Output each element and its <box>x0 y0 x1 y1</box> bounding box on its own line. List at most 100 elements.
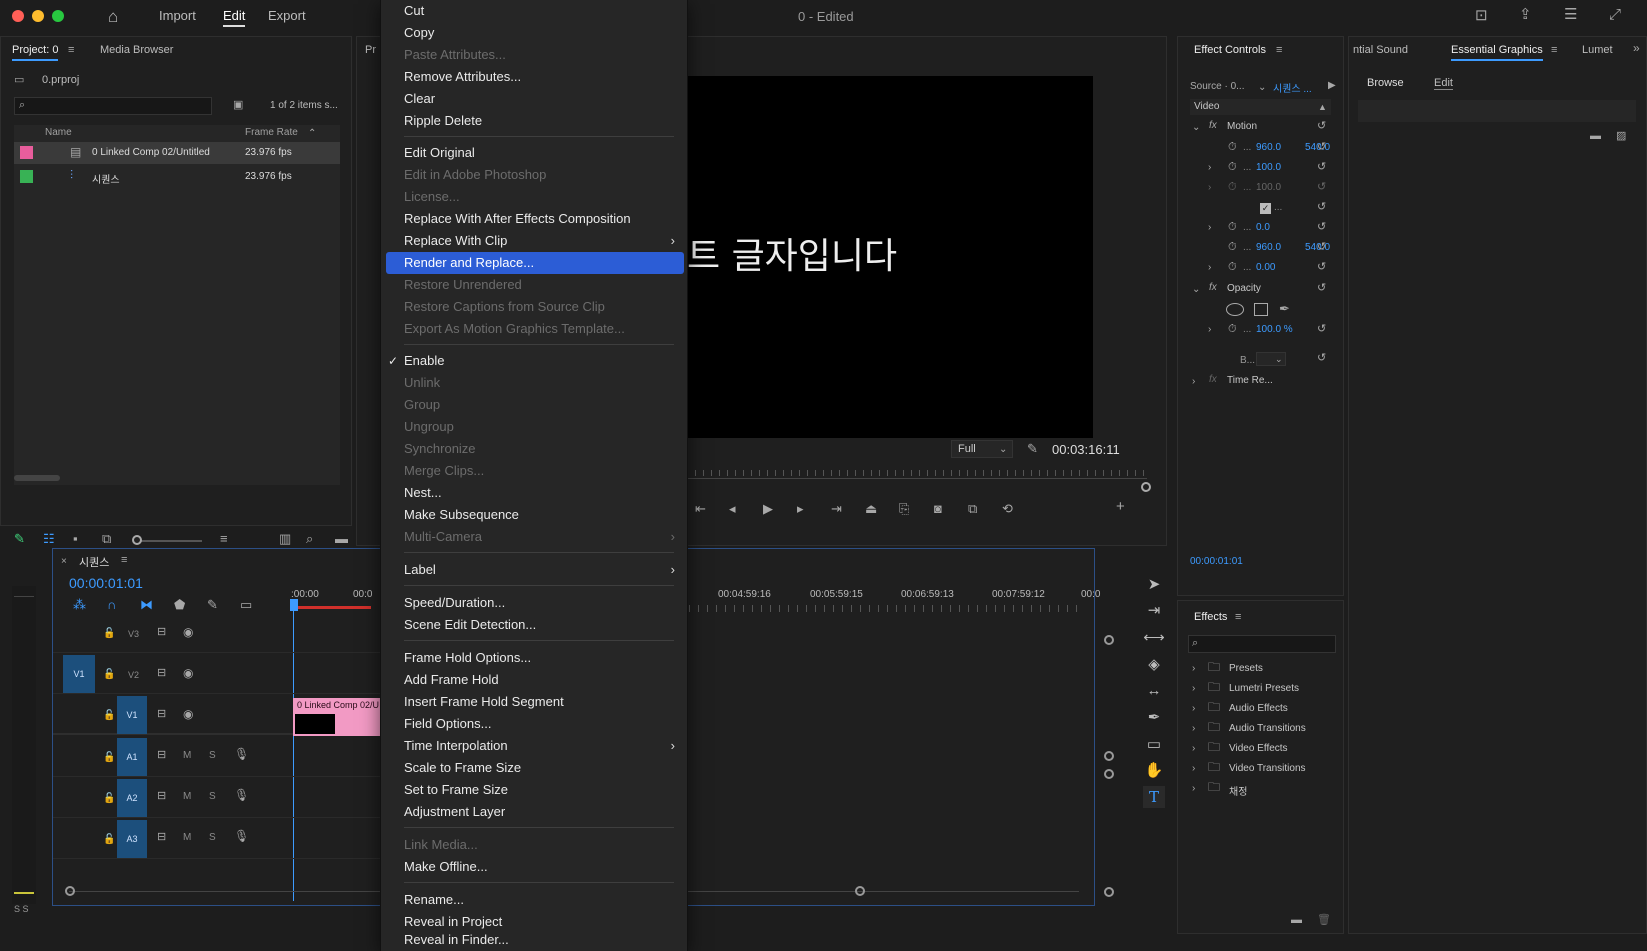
zoom-handle-right[interactable] <box>855 886 865 896</box>
menu-item-edit-original[interactable]: Edit Original <box>381 142 687 164</box>
chevron-right-icon[interactable]: › <box>1192 742 1195 755</box>
share-icon[interactable]: ⇪ <box>1519 7 1532 22</box>
chevron-right-icon[interactable]: › <box>1208 161 1211 174</box>
sort-icon[interactable]: ≡ <box>220 532 228 545</box>
tab-essential-graphics[interactable]: Essential Graphics <box>1451 44 1543 61</box>
lift-icon[interactable]: ⏏ <box>865 502 877 515</box>
property-value[interactable]: 960.0 <box>1256 242 1281 253</box>
menu-item-frame-hold-options[interactable]: Frame Hold Options... <box>381 647 687 669</box>
menu-item-insert-frame-hold-segment[interactable]: Insert Frame Hold Segment <box>381 691 687 713</box>
chevron-right-icon[interactable]: › <box>1192 722 1195 735</box>
horizontal-scrollbar[interactable] <box>14 475 60 481</box>
audio-scroll-handle-top[interactable] <box>1104 769 1114 779</box>
workspaces-icon[interactable]: ⊡ <box>1475 8 1488 23</box>
tab-export[interactable]: Export <box>268 8 306 23</box>
step-back-icon[interactable]: ◂ <box>729 502 736 515</box>
effects-folder[interactable]: › 🗀 Audio Transitions <box>1178 719 1343 739</box>
icon-view-icon[interactable]: ▪ <box>73 532 78 545</box>
reset-icon[interactable]: ↺ <box>1317 201 1326 214</box>
new-layer-icon[interactable]: ▨ <box>1616 130 1626 143</box>
reset-icon[interactable]: ↺ <box>1317 352 1326 365</box>
solo-button[interactable]: S <box>209 791 216 802</box>
effects-folder[interactable]: › 🗀 채정 <box>1178 779 1343 799</box>
eye-icon[interactable]: ◉ <box>183 667 193 680</box>
chevron-down-icon[interactable]: ⌄ <box>1192 121 1200 134</box>
sync-lock-icon[interactable]: ⊟ <box>157 626 166 639</box>
add-marker-icon[interactable]: ⬟ <box>174 598 185 611</box>
new-bin-icon[interactable]: ▬ <box>335 532 348 545</box>
rectangle-tool-icon[interactable]: ▭ <box>1143 734 1165 756</box>
playhead-handle[interactable] <box>290 599 298 611</box>
program-scrub-bar[interactable] <box>687 478 1147 479</box>
work-area-bar[interactable] <box>291 606 371 609</box>
chevron-right-icon[interactable]: › <box>1208 181 1211 194</box>
source-patch-v1[interactable]: V1 <box>63 655 95 693</box>
type-tool-icon[interactable]: T <box>1143 786 1165 808</box>
reset-icon[interactable]: ↺ <box>1317 161 1326 174</box>
new-group-icon[interactable]: ▬ <box>1590 130 1601 143</box>
automate-to-sequence-icon[interactable]: ▥ <box>279 532 291 545</box>
pen-mask-icon[interactable]: ✒ <box>1279 302 1290 315</box>
tab-media-browser[interactable]: Media Browser <box>100 44 173 56</box>
zoom-slider[interactable] <box>136 540 202 542</box>
menu-item-remove-attributes[interactable]: Remove Attributes... <box>381 66 687 88</box>
menu-item-set-to-frame-size[interactable]: Set to Frame Size <box>381 779 687 801</box>
zoom-slider-handle[interactable] <box>132 535 142 545</box>
audio-scroll-handle-bottom[interactable] <box>1104 887 1114 897</box>
zoom-window-button[interactable] <box>52 10 64 22</box>
reset-icon[interactable]: ↺ <box>1317 282 1326 295</box>
chevron-right-icon[interactable]: › <box>1192 662 1195 675</box>
chevron-right-icon[interactable]: › <box>1192 762 1195 775</box>
eye-icon[interactable]: ◉ <box>183 708 193 721</box>
collapse-icon[interactable]: ▲ <box>1318 101 1327 114</box>
stopwatch-icon[interactable]: ⏱ <box>1228 181 1237 194</box>
reset-icon[interactable]: ↺ <box>1317 141 1326 154</box>
panel-menu-icon[interactable]: ≡ <box>68 44 74 57</box>
fx-icon[interactable]: fx <box>1209 374 1217 385</box>
reset-icon[interactable]: ↺ <box>1317 323 1326 336</box>
chevron-right-icon[interactable]: › <box>1192 682 1195 695</box>
graphics-layer-area[interactable] <box>1358 100 1636 122</box>
captions-icon[interactable]: ▭ <box>240 598 252 611</box>
source-label[interactable]: Source · 0... <box>1190 81 1244 92</box>
meter-solo-labels[interactable]: S S <box>14 904 29 914</box>
sync-lock-icon[interactable]: ⊟ <box>157 831 166 844</box>
chevron-right-icon[interactable]: › <box>1208 261 1211 274</box>
new-custom-bin-icon[interactable]: ▬ <box>1291 914 1302 927</box>
stopwatch-icon[interactable]: ⏱ <box>1228 261 1237 274</box>
timeline-settings-icon[interactable]: ✎ <box>207 598 218 611</box>
list-item[interactable]: ▤ 0 Linked Comp 02/Untitled 23.976 fps <box>14 142 340 164</box>
go-to-in-icon[interactable]: ⇤ <box>695 502 706 515</box>
pencil-icon[interactable]: ✎ <box>14 532 25 545</box>
lock-icon[interactable]: 🔓 <box>103 792 115 805</box>
step-forward-icon[interactable]: ▸ <box>797 502 804 515</box>
menu-item-clear[interactable]: Clear <box>381 88 687 110</box>
vr-icon[interactable]: ⟲ <box>1002 502 1013 515</box>
uniform-scale-checkbox[interactable]: ✓ <box>1260 203 1271 214</box>
menu-item-copy[interactable]: Copy <box>381 22 687 44</box>
sort-ascending-icon[interactable]: ⌃ <box>308 127 316 140</box>
linked-selection-icon[interactable]: ⧓ <box>140 598 153 611</box>
list-view-icon[interactable]: ☷ <box>43 532 55 545</box>
effect-controls-timecode[interactable]: 00:00:01:01 <box>1190 556 1243 567</box>
nest-toggle-icon[interactable]: ⁂ <box>73 598 86 611</box>
find-icon[interactable]: ⌕ <box>306 532 313 545</box>
sequence-label[interactable]: 시퀀스 ... <box>1273 80 1312 95</box>
rectangle-mask-icon[interactable] <box>1254 303 1268 316</box>
play-icon[interactable]: ▶ <box>763 502 773 515</box>
tab-lumetri[interactable]: Lumet <box>1582 44 1613 56</box>
microphone-icon[interactable]: 🎙 <box>234 748 249 761</box>
microphone-icon[interactable]: 🎙 <box>234 789 249 802</box>
chevron-right-icon[interactable]: › <box>1208 323 1211 336</box>
stopwatch-icon[interactable]: ⏱ <box>1228 241 1237 254</box>
reset-icon[interactable]: ↺ <box>1317 120 1326 133</box>
tab-browse[interactable]: Browse <box>1367 77 1404 89</box>
selection-tool-icon[interactable]: ➤ <box>1143 574 1165 596</box>
fx-icon[interactable]: fx <box>1209 282 1217 293</box>
track-target-v1[interactable]: V1 <box>117 696 147 734</box>
tab-program[interactable]: Pr <box>365 44 376 56</box>
reset-icon[interactable]: ↺ <box>1317 221 1326 234</box>
tab-edit[interactable]: Edit <box>223 8 246 27</box>
menu-item-label-submenu[interactable]: Label › <box>381 559 687 581</box>
solo-button[interactable]: S <box>209 832 216 843</box>
